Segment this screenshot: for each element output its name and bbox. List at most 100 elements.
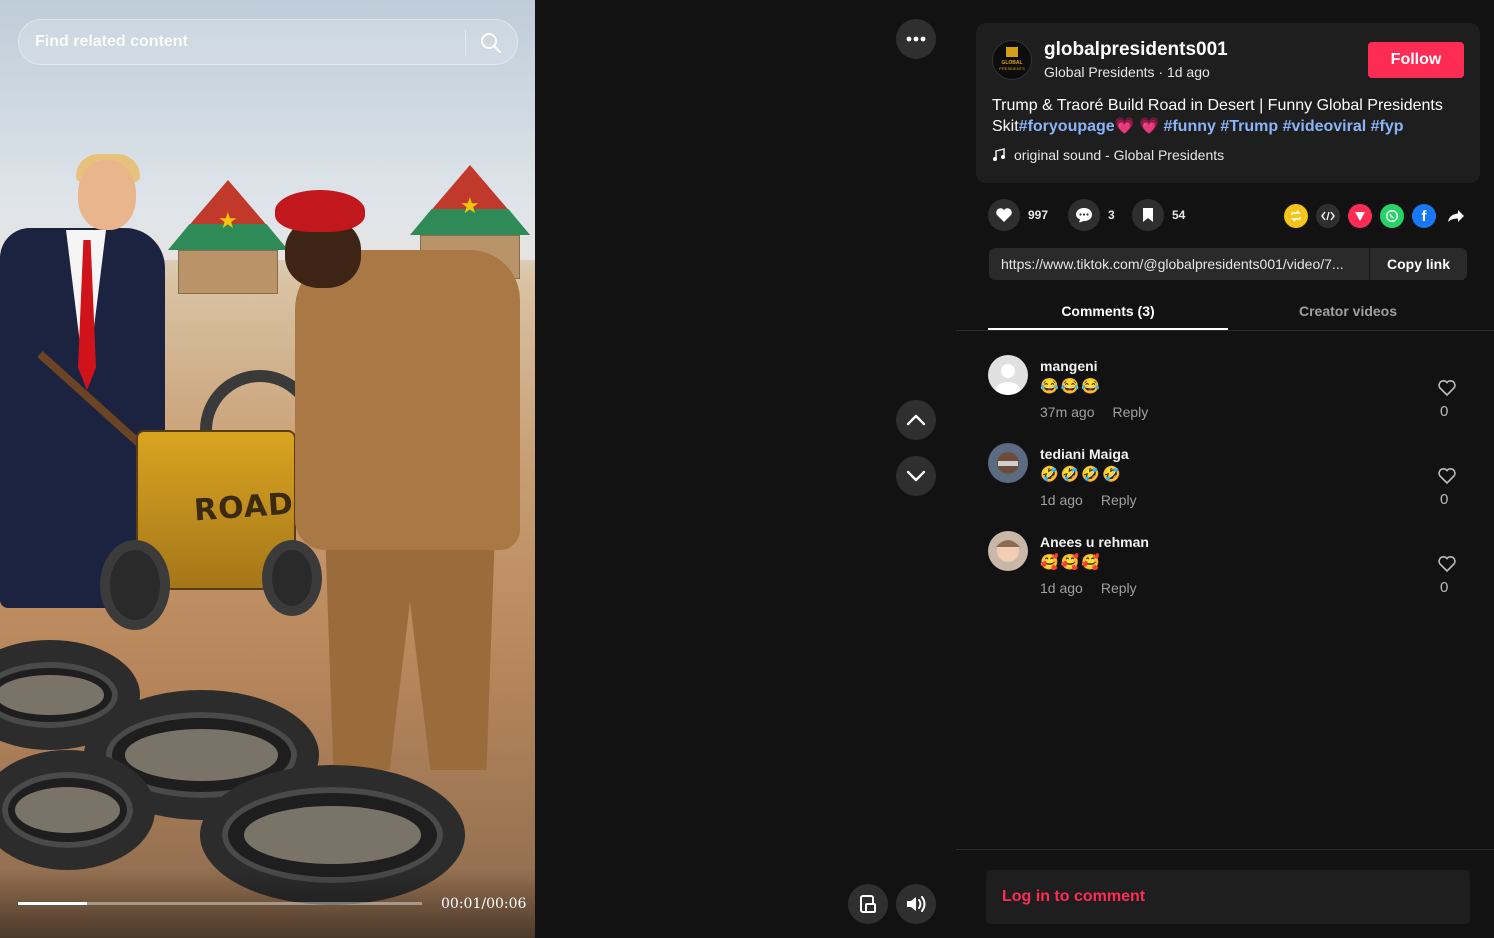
volume-button[interactable] (896, 884, 936, 924)
like-action[interactable]: 997 (988, 199, 1048, 231)
search-input[interactable]: Find related content (18, 19, 518, 65)
heart-icon (996, 208, 1012, 222)
next-video-button[interactable] (896, 456, 936, 496)
reply-button[interactable]: Reply (1101, 492, 1137, 508)
svg-text:PRESIDENTS: PRESIDENTS (999, 66, 1025, 71)
save-action[interactable]: 54 (1132, 199, 1185, 231)
video-wheel (100, 540, 170, 630)
reply-button[interactable]: Reply (1112, 404, 1148, 420)
comment-action[interactable]: 3 (1068, 199, 1115, 231)
hashtag-trump[interactable]: #Trump (1220, 118, 1278, 135)
progress-bar[interactable] (18, 902, 422, 905)
video-time: 00:01/00:06 (441, 896, 527, 912)
previous-video-button[interactable] (896, 400, 936, 440)
chevron-up-icon (906, 414, 926, 426)
bottom-divider (956, 849, 1494, 850)
comment-meta: 1d ago Reply (1040, 492, 1137, 508)
hashtag-fyp[interactable]: #fyp (1371, 118, 1404, 135)
comment-item: tediani Maiga 🤣🤣🤣🤣 1d ago Reply 0 (988, 443, 1478, 523)
speaker-icon (907, 896, 926, 912)
heart-outline-icon (1438, 556, 1456, 573)
author-display-name[interactable]: Global Presidents (1044, 64, 1155, 80)
side-panel: GLOBAL PRESIDENTS globalpresidents001 Gl… (956, 0, 1494, 938)
embed-share-icon[interactable] (1316, 204, 1340, 228)
comment-like-button[interactable] (1436, 467, 1458, 490)
favorite-button[interactable] (1132, 199, 1164, 231)
posted-time: 1d ago (1166, 64, 1210, 80)
video-info-card: GLOBAL PRESIDENTS globalpresidents001 Gl… (976, 23, 1480, 183)
share-arrow-icon[interactable] (1444, 204, 1468, 228)
search-placeholder: Find related content (35, 33, 188, 50)
hashtag-foryoupage[interactable]: #foryoupage (1019, 118, 1115, 135)
author-avatar-logo: GLOBAL PRESIDENTS (999, 47, 1025, 71)
progress-fill (18, 902, 87, 905)
heart-outline-icon (1438, 380, 1456, 397)
comment-text: 😂😂😂 (1040, 378, 1103, 395)
like-button[interactable] (988, 199, 1020, 231)
video-person-soldier (275, 180, 525, 780)
comment-item: mangeni 😂😂😂 37m ago Reply 0 (988, 355, 1478, 435)
comment-author[interactable]: mangeni (1040, 358, 1098, 374)
hut-left: ★ (168, 180, 288, 294)
more-options-button[interactable] (896, 19, 936, 59)
copy-link-button[interactable]: Copy link (1369, 248, 1467, 280)
comment-avatar[interactable] (988, 355, 1028, 395)
comment-like-button[interactable] (1436, 555, 1458, 578)
whatsapp-share-icon[interactable] (1380, 204, 1404, 228)
comment-button[interactable] (1068, 199, 1100, 231)
hashtag-funny[interactable]: #funny (1163, 118, 1215, 135)
hashtag-videoviral[interactable]: #videoviral (1283, 118, 1367, 135)
comment-like-button[interactable] (1436, 379, 1458, 402)
repost-share-icon[interactable] (1284, 204, 1308, 228)
login-to-comment-link[interactable]: Log in to comment (1002, 888, 1145, 906)
comment-text: 🤣🤣🤣🤣 (1040, 466, 1123, 483)
search-divider (465, 30, 466, 56)
login-to-comment-box[interactable]: Log in to comment (986, 870, 1470, 924)
comment-like-count: 0 (1440, 403, 1449, 420)
search-icon[interactable] (479, 31, 503, 55)
heart-outline-icon (1438, 468, 1456, 485)
music-title: original sound - Global Presidents (1014, 147, 1225, 163)
comment-like-count: 0 (1440, 491, 1449, 508)
chevron-down-icon (906, 470, 926, 482)
comment-icon (1076, 208, 1092, 223)
comment-meta: 1d ago Reply (1040, 580, 1137, 596)
save-count: 54 (1172, 208, 1186, 222)
author-subline: Global Presidents · 1d ago (1044, 64, 1210, 80)
facebook-share-icon[interactable]: f (1412, 204, 1436, 228)
follow-button[interactable]: Follow (1368, 42, 1464, 78)
like-count: 997 (1028, 208, 1049, 222)
comment-meta: 37m ago Reply (1040, 404, 1148, 420)
author-avatar[interactable]: GLOBAL PRESIDENTS (992, 40, 1032, 80)
bookmark-icon (1143, 208, 1153, 222)
music-note-icon (993, 148, 1005, 161)
comment-avatar[interactable] (988, 443, 1028, 483)
video-description: Trump & Traoré Build Road in Desert | Fu… (992, 95, 1472, 137)
tab-creator-videos[interactable]: Creator videos (1228, 303, 1468, 319)
share-link-box: https://www.tiktok.com/@globalpresidents… (989, 248, 1467, 280)
comment-count: 3 (1108, 208, 1115, 222)
comment-author[interactable]: tediani Maiga (1040, 446, 1129, 462)
comment-time: 1d ago (1040, 492, 1083, 508)
separator-dot: · (1158, 64, 1167, 80)
comment-author[interactable]: Anees u rehman (1040, 534, 1149, 550)
comment-text: 🥰🥰🥰 (1040, 554, 1103, 571)
heart-emoji: 💗 💗 (1114, 118, 1159, 135)
comment-item: Anees u rehman 🥰🥰🥰 1d ago Reply 0 (988, 531, 1478, 611)
machine-label: ROAD (192, 486, 296, 529)
comment-like-count: 0 (1440, 579, 1449, 596)
floating-player-icon (860, 895, 876, 913)
share-link-text[interactable]: https://www.tiktok.com/@globalpresidents… (1001, 256, 1367, 272)
comment-time: 1d ago (1040, 580, 1083, 596)
comment-time: 37m ago (1040, 404, 1095, 420)
video-player[interactable]: ★ ★ ROAD Find related content 00:01/00:0… (0, 0, 535, 938)
comment-avatar[interactable] (988, 531, 1028, 571)
tabs-divider (956, 330, 1494, 331)
more-icon (906, 36, 926, 42)
send-share-icon[interactable] (1348, 204, 1372, 228)
author-username[interactable]: globalpresidents001 (1044, 39, 1228, 61)
reply-button[interactable]: Reply (1101, 580, 1137, 596)
tab-comments[interactable]: Comments (3) (988, 303, 1228, 319)
floating-player-button[interactable] (848, 884, 888, 924)
music-link[interactable]: original sound - Global Presidents (992, 147, 1224, 163)
